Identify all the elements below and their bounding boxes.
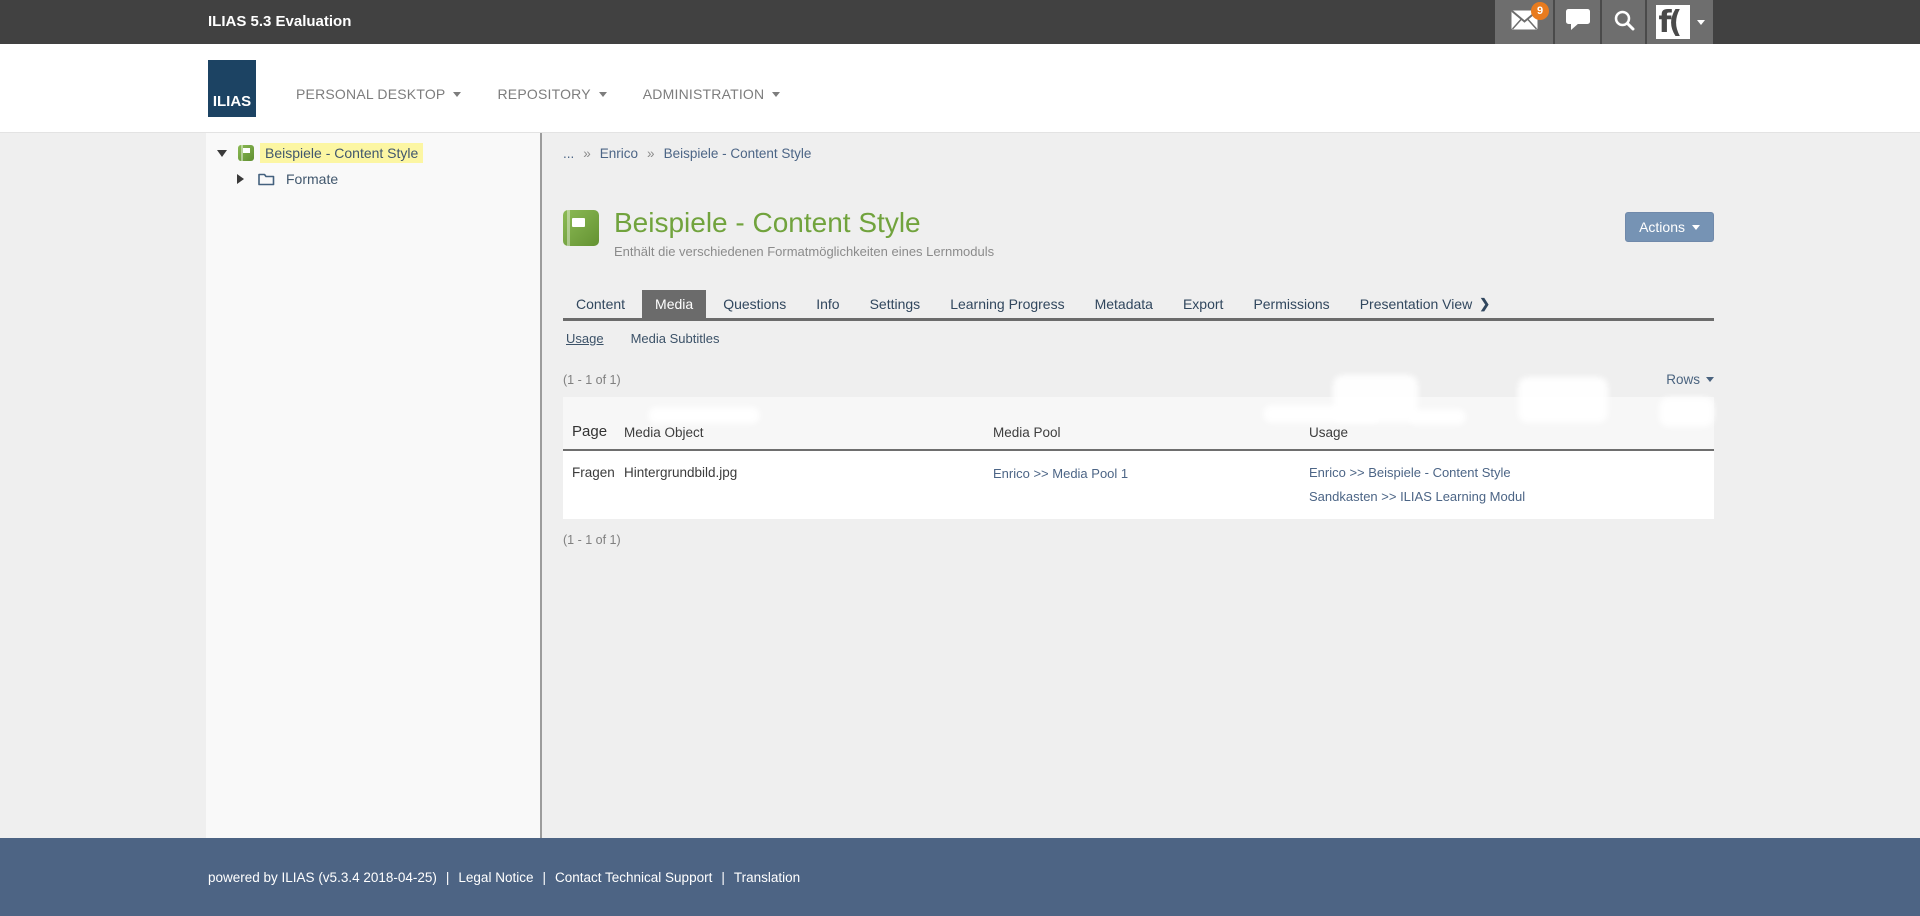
arrow-right-icon: ❯ xyxy=(1479,290,1490,318)
menu-repository[interactable]: REPOSITORY xyxy=(497,86,606,102)
tab-learning-progress[interactable]: Learning Progress xyxy=(937,290,1077,318)
cell-usage: Enrico >> Beispiele - Content Style Sand… xyxy=(1309,465,1714,504)
menu-label: PERSONAL DESKTOP xyxy=(296,86,445,102)
chevron-down-icon xyxy=(772,92,780,97)
chevron-down-icon xyxy=(599,92,607,97)
left-gutter xyxy=(0,133,206,838)
breadcrumb-separator: » xyxy=(647,146,655,161)
column-header-usage[interactable]: Usage xyxy=(1309,425,1714,440)
table-meta-row: (1 - 1 of 1) Rows xyxy=(563,372,1714,387)
cell-media-pool: Enrico >> Media Pool 1 xyxy=(993,465,1309,504)
chevron-down-icon xyxy=(1697,20,1705,25)
tab-settings[interactable]: Settings xyxy=(857,290,934,318)
actions-button[interactable]: Actions xyxy=(1625,212,1714,242)
result-count-top: (1 - 1 of 1) xyxy=(563,373,621,387)
result-count-bottom: (1 - 1 of 1) xyxy=(563,533,1714,547)
powered-by-text: powered by ILIAS (v5.3.4 2018-04-25) xyxy=(208,870,437,885)
column-header-media-pool[interactable]: Media Pool xyxy=(993,425,1309,440)
subtab-bar: Usage Media Subtitles xyxy=(563,331,1714,346)
learning-module-icon xyxy=(238,145,254,161)
main-region: Beispiele - Content Style Formate ... » … xyxy=(0,133,1920,838)
usage-link[interactable]: Sandkasten >> ILIAS Learning Modul xyxy=(1309,489,1714,504)
tab-bar: Content Media Questions Info Settings Le… xyxy=(563,290,1714,321)
footer-link-contact-support[interactable]: Contact Technical Support xyxy=(555,870,712,885)
ilias-logo[interactable]: ILIAS xyxy=(208,60,256,117)
media-usage-table: Page Media Object Media Pool Usage Frage… xyxy=(563,397,1714,519)
tab-metadata[interactable]: Metadata xyxy=(1082,290,1166,318)
media-pool-link[interactable]: Enrico >> Media Pool 1 xyxy=(993,466,1128,481)
usage-link[interactable]: Enrico >> Beispiele - Content Style xyxy=(1309,465,1714,480)
chat-icon xyxy=(1566,9,1590,35)
top-bar: ILIAS 5.3 Evaluation 9 xyxy=(0,0,1920,44)
menu-administration[interactable]: ADMINISTRATION xyxy=(643,86,781,102)
table-row: Fragen Hintergrundbild.jpg Enrico >> Med… xyxy=(563,451,1714,519)
column-header-media-object[interactable]: Media Object xyxy=(624,425,993,440)
main-menu: PERSONAL DESKTOP REPOSITORY ADMINISTRATI… xyxy=(296,86,780,102)
footer-link-translation[interactable]: Translation xyxy=(734,870,800,885)
collapse-caret-icon[interactable] xyxy=(217,150,233,157)
menu-label: REPOSITORY xyxy=(497,86,590,102)
page-title: Beispiele - Content Style xyxy=(614,207,994,239)
footer-link-legal-notice[interactable]: Legal Notice xyxy=(458,870,533,885)
chat-button[interactable] xyxy=(1553,0,1600,44)
tab-label: Presentation View xyxy=(1360,290,1473,318)
expand-caret-icon[interactable] xyxy=(237,174,253,184)
tab-export[interactable]: Export xyxy=(1170,290,1236,318)
tab-media[interactable]: Media xyxy=(642,290,706,318)
installation-title: ILIAS 5.3 Evaluation xyxy=(208,13,351,30)
avatar: f( xyxy=(1656,5,1690,39)
cell-media-object: Hintergrundbild.jpg xyxy=(624,465,993,504)
tab-permissions[interactable]: Permissions xyxy=(1240,290,1342,318)
user-menu-button[interactable]: f( xyxy=(1645,0,1713,44)
menu-label: ADMINISTRATION xyxy=(643,86,765,102)
chevron-down-icon xyxy=(1706,377,1714,382)
breadcrumb-separator: » xyxy=(583,146,591,161)
tab-content[interactable]: Content xyxy=(563,290,638,318)
rows-dropdown[interactable]: Rows xyxy=(1666,372,1714,387)
tree-item-label[interactable]: Beispiele - Content Style xyxy=(260,143,423,163)
folder-icon xyxy=(258,172,275,186)
breadcrumb-enrico[interactable]: Enrico xyxy=(600,146,638,161)
footer: powered by ILIAS (v5.3.4 2018-04-25) | L… xyxy=(0,838,1920,916)
tab-presentation-view[interactable]: Presentation View ❯ xyxy=(1347,290,1504,318)
rows-label: Rows xyxy=(1666,372,1700,387)
mail-count-badge: 9 xyxy=(1531,2,1549,20)
footer-separator: | xyxy=(446,870,450,885)
page-header: Beispiele - Content Style Enthält die ve… xyxy=(563,207,1714,259)
mail-button[interactable]: 9 xyxy=(1495,0,1553,44)
page-subtitle: Enthält die verschiedenen Formatmöglichk… xyxy=(614,244,994,259)
chevron-down-icon xyxy=(453,92,461,97)
tree-item-label[interactable]: Formate xyxy=(281,169,343,189)
footer-separator: | xyxy=(721,870,725,885)
tab-questions[interactable]: Questions xyxy=(710,290,799,318)
content-area: ... » Enrico » Beispiele - Content Style… xyxy=(542,133,1920,838)
column-header-page[interactable]: Page xyxy=(563,423,624,440)
subtab-usage[interactable]: Usage xyxy=(566,331,604,346)
menu-personal-desktop[interactable]: PERSONAL DESKTOP xyxy=(296,86,461,102)
tree-item-formate[interactable]: Formate xyxy=(206,166,540,192)
search-icon xyxy=(1613,9,1635,36)
tab-info[interactable]: Info xyxy=(803,290,852,318)
learning-module-icon xyxy=(563,210,599,246)
topbar-icon-group: 9 f( xyxy=(1495,0,1713,44)
footer-separator: | xyxy=(542,870,546,885)
table-header: Page Media Object Media Pool Usage xyxy=(563,397,1714,451)
chevron-down-icon xyxy=(1692,225,1700,230)
main-nav-band: ILIAS PERSONAL DESKTOP REPOSITORY ADMINI… xyxy=(0,44,1920,133)
actions-label: Actions xyxy=(1639,219,1685,235)
breadcrumb: ... » Enrico » Beispiele - Content Style xyxy=(563,133,1714,161)
cell-page: Fragen xyxy=(563,465,624,504)
tree-item-beispiele-content-style[interactable]: Beispiele - Content Style xyxy=(206,140,540,166)
breadcrumb-current[interactable]: Beispiele - Content Style xyxy=(664,146,812,161)
breadcrumb-ellipsis[interactable]: ... xyxy=(563,146,574,161)
subtab-media-subtitles[interactable]: Media Subtitles xyxy=(631,331,720,346)
search-button[interactable] xyxy=(1600,0,1645,44)
repository-tree: Beispiele - Content Style Formate xyxy=(206,133,542,838)
